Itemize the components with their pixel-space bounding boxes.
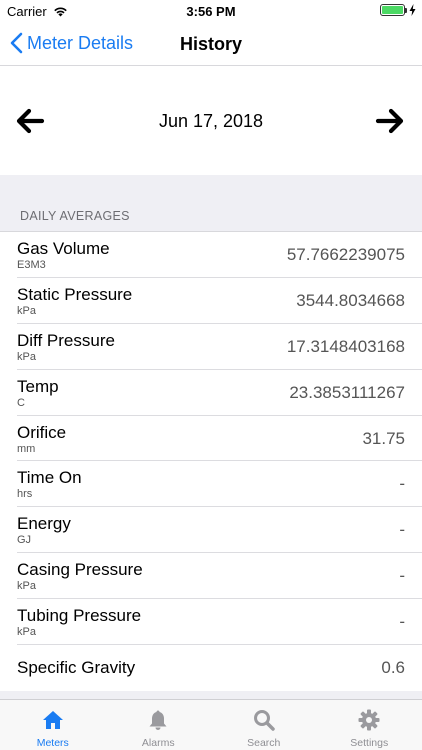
list-item: Temp C 23.3853111267 (17, 370, 422, 416)
row-label: Energy (17, 514, 71, 534)
row-label: Casing Pressure (17, 560, 143, 580)
tab-alarms[interactable]: Alarms (106, 700, 212, 750)
row-label: Specific Gravity (17, 658, 136, 678)
tab-settings[interactable]: Settings (317, 700, 422, 750)
row-label: Orifice (17, 422, 67, 442)
row-value: 57.7662239075 (286, 245, 405, 264)
tab-bar: Meters Alarms Search Settings (0, 699, 422, 750)
status-bar: Carrier 3:56 PM (0, 0, 422, 22)
row-value: - (399, 566, 405, 586)
row-value: - (399, 520, 405, 540)
list-item: Time On hrs - (17, 461, 422, 508)
tab-label: Meters (36, 737, 69, 749)
row-value: 31.75 (362, 428, 405, 448)
list-item: Diff Pressure kPa 17.3148403168 (17, 324, 422, 370)
next-day-button[interactable] (375, 107, 407, 137)
date-picker: Jun 17, 2018 (0, 67, 422, 175)
row-unit: kPa (17, 304, 36, 317)
row-value: 17.3148403168 (286, 336, 405, 356)
row-value: - (399, 612, 405, 632)
tab-search[interactable]: Search (211, 700, 317, 750)
section-header: DAILY AVERAGES (20, 209, 130, 223)
back-button-label: Meter Details (27, 32, 134, 53)
row-unit: kPa (17, 580, 36, 593)
list-item: Specific Gravity 0.6 (17, 645, 422, 691)
row-unit: GJ (17, 534, 32, 547)
row-label: Gas Volume (17, 239, 110, 258)
arrow-right-icon (375, 108, 404, 134)
battery-fill (382, 6, 403, 14)
gear-icon (358, 709, 380, 731)
tab-label: Alarms (141, 737, 175, 749)
search-icon (253, 710, 275, 731)
row-unit: E3M3 (17, 259, 46, 271)
bell-icon (149, 710, 167, 730)
selected-date: Jun 17, 2018 (158, 111, 264, 131)
row-value: 3544.8034668 (296, 290, 405, 310)
row-unit: C (17, 396, 25, 409)
status-time: 3:56 PM (186, 4, 236, 19)
tab-label: Search (247, 737, 281, 749)
list-item: Tubing Pressure kPa - (17, 599, 422, 646)
row-unit: kPa (17, 350, 36, 363)
row-unit: mm (17, 442, 36, 455)
row-unit: kPa (17, 626, 36, 639)
row-value: 0.6 (381, 658, 405, 678)
battery-icon (380, 4, 407, 16)
charging-bolt-icon (409, 4, 416, 16)
tab-meters[interactable]: Meters (0, 700, 106, 750)
chevron-left-icon (10, 32, 23, 54)
row-unit: hrs (17, 488, 33, 501)
row-label: Diff Pressure (17, 330, 115, 350)
back-button[interactable]: Meter Details (10, 32, 133, 54)
list-item: Gas Volume E3M3 57.7662239075 (17, 232, 422, 278)
row-value: 23.3853111267 (289, 382, 405, 402)
tab-label: Settings (350, 737, 389, 749)
list-item: Casing Pressure kPa - (17, 553, 422, 600)
row-label: Temp (17, 376, 59, 396)
status-right (380, 4, 416, 16)
home-icon (42, 711, 63, 729)
row-label: Tubing Pressure (17, 606, 142, 626)
list-item: Orifice mm 31.75 (17, 416, 422, 462)
navigation-bar: Meter Details History (0, 22, 422, 66)
row-label: Time On (17, 468, 82, 488)
battery-tip (405, 8, 407, 13)
daily-averages-list[interactable]: Gas Volume E3M3 57.7662239075 Static Pre… (0, 231, 422, 691)
list-item: Energy GJ - (17, 507, 422, 554)
row-value: - (399, 474, 405, 494)
row-label: Static Pressure (17, 284, 133, 304)
list-item: Static Pressure kPa 3544.8034668 (17, 278, 422, 324)
